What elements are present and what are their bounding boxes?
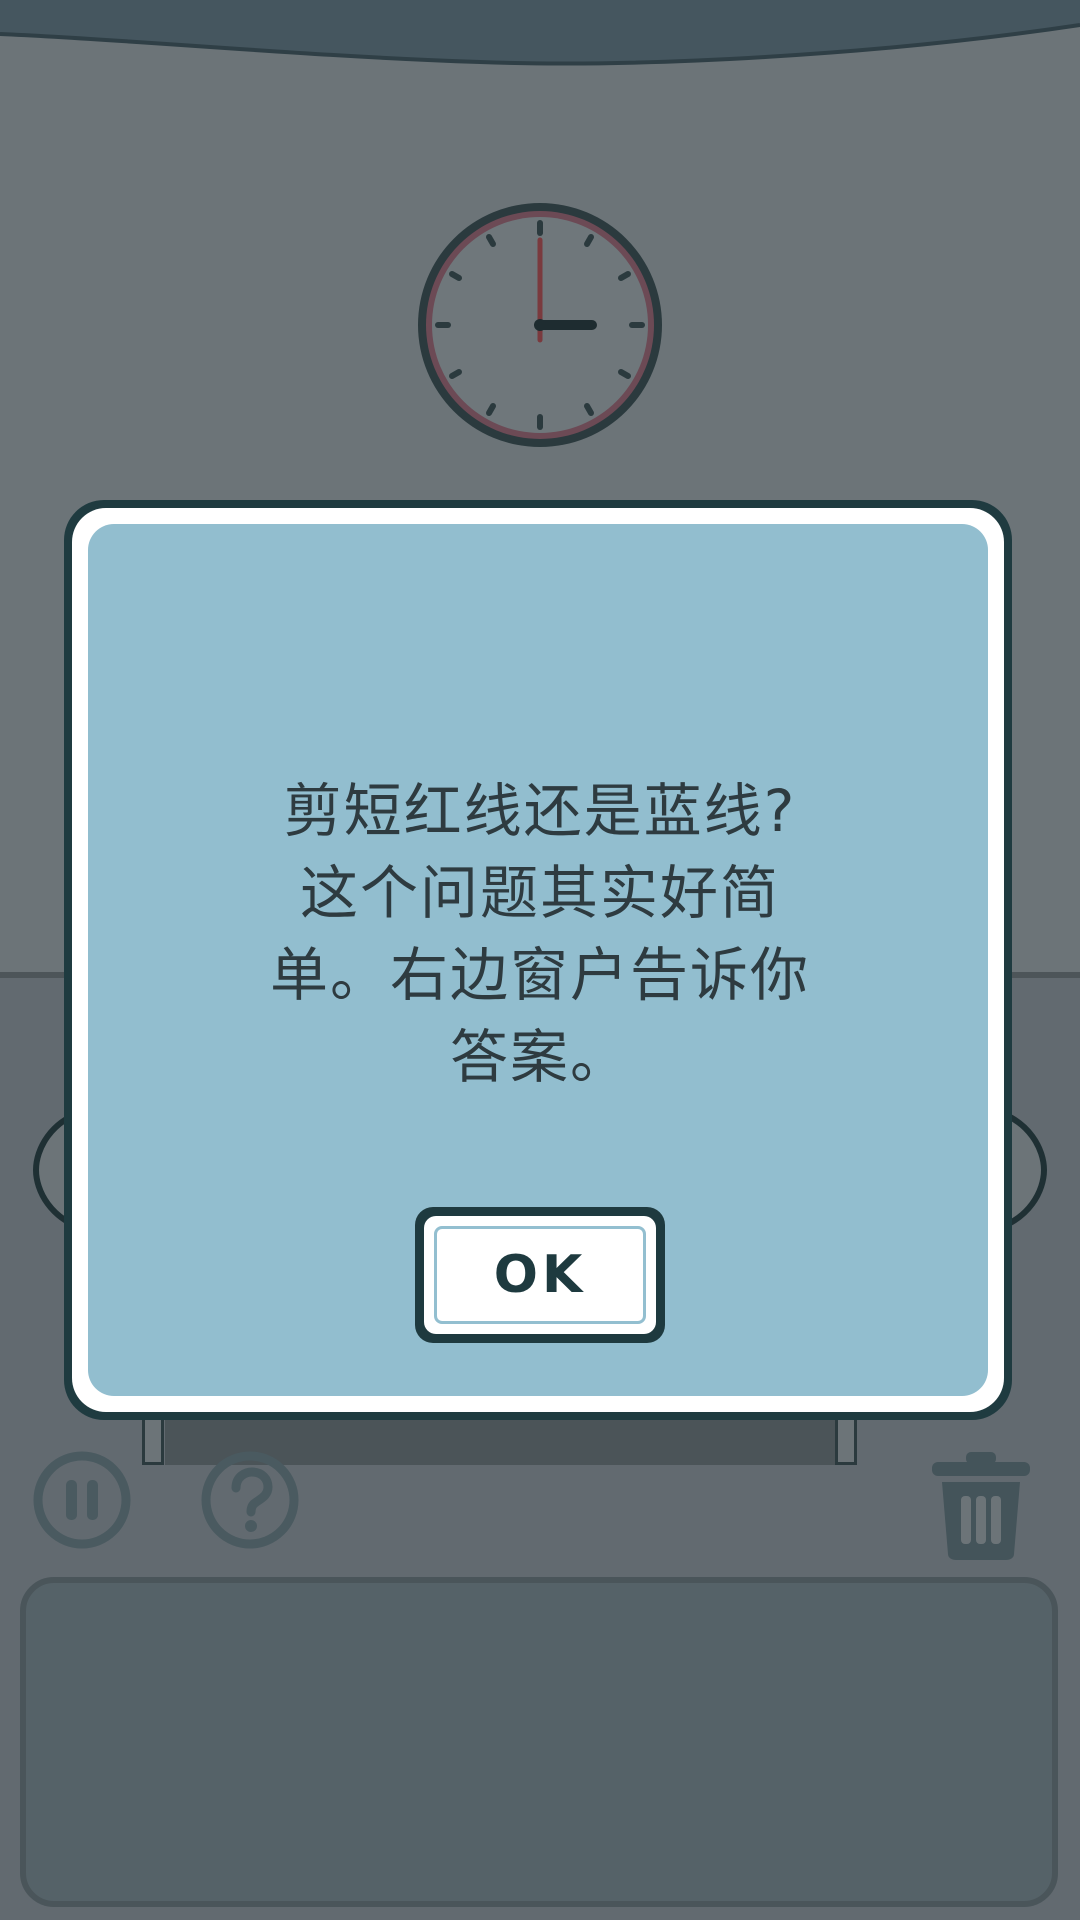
dialog-message: 剪短红线还是蓝线? 这个问题其实好简 单。右边窗户告诉你 答案。	[269, 777, 810, 1091]
pause-icon	[33, 1451, 131, 1549]
help-icon	[201, 1451, 299, 1549]
ok-button-label: OK	[434, 1226, 646, 1324]
wall-clock[interactable]	[410, 195, 670, 455]
trash-button[interactable]	[928, 1450, 1034, 1560]
pause-button[interactable]	[30, 1448, 134, 1552]
inventory-tray[interactable]	[20, 1577, 1058, 1907]
ok-button[interactable]: OK	[415, 1207, 665, 1343]
help-button[interactable]	[198, 1448, 302, 1552]
ceiling-wave	[0, 0, 1080, 66]
